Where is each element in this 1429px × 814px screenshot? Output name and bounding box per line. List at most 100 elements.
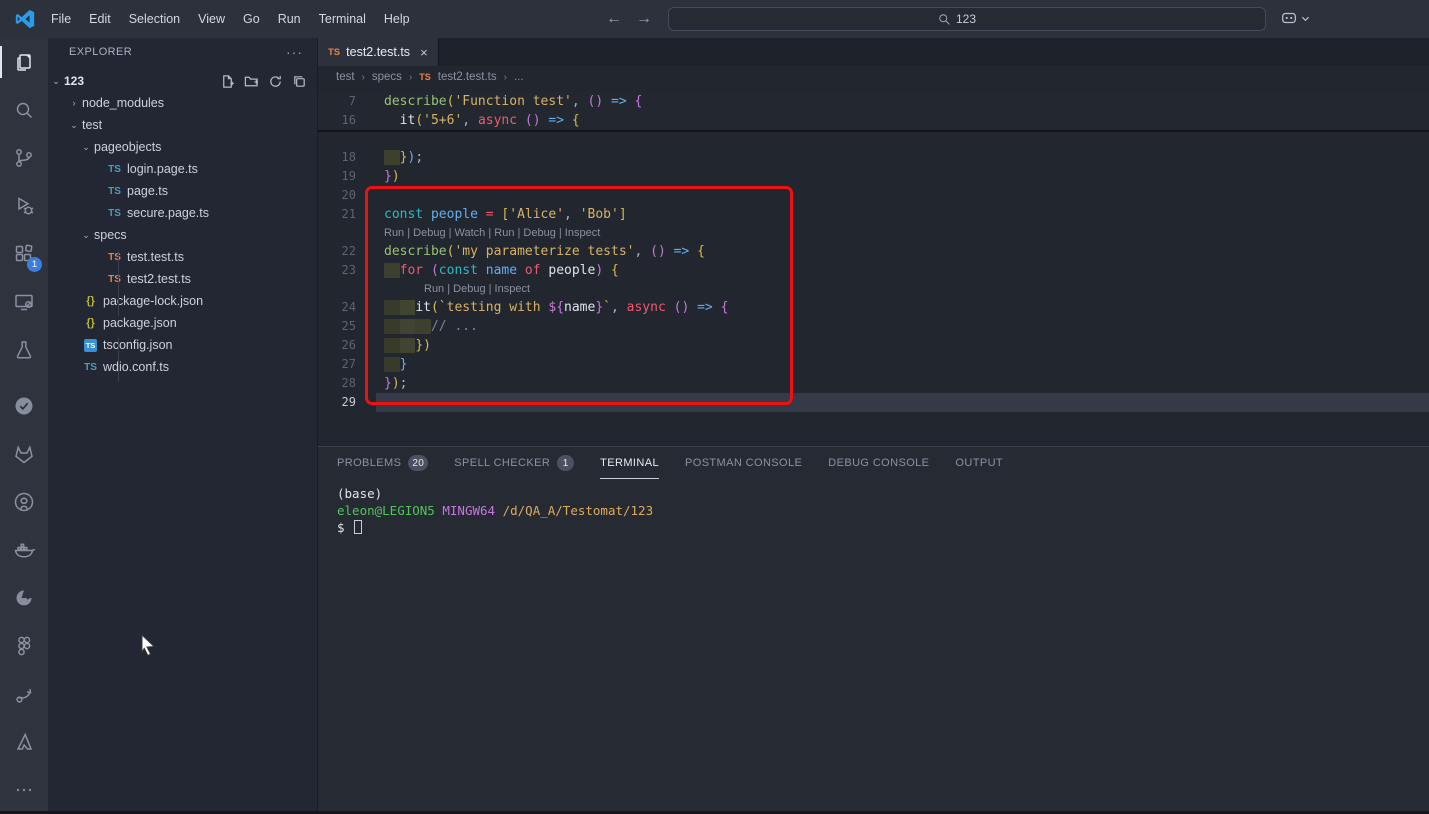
breadcrumb-separator: › bbox=[362, 72, 365, 83]
panel-tab-terminal[interactable]: TERMINAL bbox=[600, 447, 659, 479]
tree-item-page-ts[interactable]: TSpage.ts bbox=[48, 180, 317, 202]
ts-file-icon: TS bbox=[106, 208, 123, 219]
new-file-icon[interactable] bbox=[220, 74, 235, 89]
menu-selection[interactable]: Selection bbox=[120, 7, 189, 31]
activity-run-and-debug-icon[interactable] bbox=[0, 182, 48, 230]
panel-tab-debug-console[interactable]: DEBUG CONSOLE bbox=[828, 447, 929, 479]
activity-search-icon[interactable] bbox=[0, 86, 48, 134]
menu-terminal[interactable]: Terminal bbox=[310, 7, 375, 31]
tree-item-label: pageobjects bbox=[94, 140, 161, 154]
tree-item-label: page.ts bbox=[127, 184, 168, 198]
tree-item-package-lock-json[interactable]: {}package-lock.json bbox=[48, 290, 317, 312]
tree-item-label: test.test.ts bbox=[127, 250, 184, 264]
activity-testing-beaker-icon[interactable] bbox=[0, 326, 48, 374]
code-line-16: 16 it('5+6', async () => { bbox=[318, 111, 1429, 130]
panel-tab-spell-checker[interactable]: SPELL CHECKER1 bbox=[454, 447, 574, 479]
vscode-logo-icon bbox=[14, 8, 36, 30]
activity-gitlab-icon[interactable] bbox=[0, 430, 48, 478]
activity-docker-icon[interactable] bbox=[0, 526, 48, 574]
terminal-line: $ bbox=[337, 519, 653, 536]
command-center-search[interactable] bbox=[668, 7, 1266, 31]
activity-explorer-icon[interactable] bbox=[0, 38, 48, 86]
tree-item-package-json[interactable]: {}package.json bbox=[48, 312, 317, 334]
activity-github-icon[interactable] bbox=[0, 478, 48, 526]
bottom-panel: PROBLEMS20 SPELL CHECKER1 TERMINAL POSTMAN … bbox=[318, 446, 1429, 811]
ts-file-icon: TS bbox=[82, 362, 99, 373]
chevron-down-icon bbox=[1301, 14, 1310, 23]
collapse-all-icon[interactable] bbox=[292, 74, 307, 89]
tree-item-label: package.json bbox=[103, 316, 177, 330]
panel-tab-output[interactable]: OUTPUT bbox=[955, 447, 1003, 479]
tree-item-specs[interactable]: ⌄specs bbox=[48, 224, 317, 246]
activity-bar: 1 bbox=[0, 38, 48, 811]
activity-pie-logo-icon[interactable] bbox=[0, 574, 48, 622]
explorer-title: EXPLORER bbox=[69, 46, 132, 58]
menu-edit[interactable]: Edit bbox=[80, 7, 120, 31]
breadcrumb-item[interactable]: specs bbox=[372, 71, 402, 83]
activity-check-circle-icon[interactable] bbox=[0, 382, 48, 430]
tree-item-test[interactable]: ⌄test bbox=[48, 114, 317, 136]
tree-item-test2-test-ts[interactable]: TStest2.test.ts bbox=[48, 268, 317, 290]
tab-strip: TS test2.test.ts × bbox=[318, 38, 1429, 66]
new-folder-icon[interactable] bbox=[244, 74, 259, 89]
chevron-icon: ⌄ bbox=[78, 142, 94, 153]
activity-figma-icon[interactable] bbox=[0, 622, 48, 670]
line-number: 26 bbox=[318, 336, 370, 355]
tree-item-secure-page-ts[interactable]: TS secure.page.ts bbox=[48, 202, 317, 224]
nav-forward-icon[interactable]: → bbox=[636, 10, 652, 28]
breadcrumb-item[interactable]: test2.test.ts bbox=[438, 71, 497, 83]
menu-run[interactable]: Run bbox=[269, 7, 310, 31]
tree-item-label: secure.page.ts bbox=[127, 206, 209, 220]
tsconfig-file-icon: TS bbox=[82, 339, 99, 352]
tree-item-wdio-conf-ts[interactable]: TSwdio.conf.ts bbox=[48, 356, 317, 378]
tree-item-login-page-ts[interactable]: TSlogin.page.ts bbox=[48, 158, 317, 180]
annotation-box bbox=[365, 186, 793, 405]
tree-item-pageobjects[interactable]: ⌄pageobjects bbox=[48, 136, 317, 158]
tab-test2-test-ts[interactable]: TS test2.test.ts × bbox=[318, 38, 439, 66]
activity-source-control-icon[interactable] bbox=[0, 134, 48, 182]
panel-tab-label: POSTMAN CONSOLE bbox=[685, 457, 802, 469]
activity-live-share-icon[interactable] bbox=[0, 670, 48, 718]
menu-file[interactable]: File bbox=[42, 7, 80, 31]
tree-item-label: login.page.ts bbox=[127, 162, 198, 176]
panel-tab-label: PROBLEMS bbox=[337, 457, 401, 469]
ts-test-file-icon: TS bbox=[106, 252, 123, 263]
explorer-more-button[interactable]: ··· bbox=[286, 44, 303, 60]
project-name: 123 bbox=[64, 74, 84, 88]
close-icon[interactable]: × bbox=[420, 45, 428, 60]
terminal-output[interactable]: (base)eleon@LEGION5 MINGW64 /d/QA_A/Test… bbox=[337, 485, 653, 536]
activity-azure-icon[interactable] bbox=[0, 718, 48, 766]
menu-go[interactable]: Go bbox=[234, 7, 269, 31]
refresh-icon[interactable] bbox=[268, 74, 283, 89]
tree-item-node-modules[interactable]: ›node_modules bbox=[48, 92, 317, 114]
activity-remote-explorer-icon[interactable] bbox=[0, 278, 48, 326]
typescript-file-icon: TS bbox=[328, 47, 340, 58]
activity-extensions-icon[interactable]: 1 bbox=[0, 230, 48, 278]
project-root-row[interactable]: ⌄ 123 bbox=[48, 70, 317, 92]
line-number: 23 bbox=[318, 261, 370, 280]
breadcrumb-item[interactable]: test bbox=[336, 71, 355, 83]
panel-tab-problems[interactable]: PROBLEMS20 bbox=[337, 447, 428, 479]
breadcrumb-item[interactable]: ... bbox=[514, 71, 524, 83]
breadcrumb: test›specs›TStest2.test.ts›... bbox=[318, 66, 1429, 88]
tree-item-test-test-ts[interactable]: TS test.test.ts bbox=[48, 246, 317, 268]
tab-label: test2.test.ts bbox=[346, 45, 410, 59]
title-bar: FileEditSelectionViewGoRunTerminalHelp ←… bbox=[0, 0, 1429, 38]
tree-item-label: node_modules bbox=[82, 96, 164, 110]
mouse-cursor bbox=[138, 634, 160, 658]
activity-more-ellipsis-icon[interactable] bbox=[0, 766, 48, 814]
json-file-icon: {} bbox=[82, 295, 99, 307]
nav-back-icon[interactable]: ← bbox=[606, 10, 622, 28]
tree-item-tsconfig-json[interactable]: TStsconfig.json bbox=[48, 334, 317, 356]
menu-help[interactable]: Help bbox=[375, 7, 419, 31]
sticky-scroll: 7describe('Function test', () => {16 it(… bbox=[318, 92, 1429, 132]
copilot-menu[interactable] bbox=[1280, 9, 1310, 27]
tree-item-label: test2.test.ts bbox=[127, 272, 191, 286]
copilot-icon bbox=[1280, 9, 1298, 27]
tree-indent-guide bbox=[118, 250, 119, 316]
menu-view[interactable]: View bbox=[189, 7, 234, 31]
search-input[interactable] bbox=[956, 12, 996, 26]
chevron-icon: ⌄ bbox=[66, 120, 82, 131]
explorer-sidebar: EXPLORER ··· ⌄ 123 ›node_modules⌄test⌄pa… bbox=[48, 38, 318, 811]
panel-tab-postman-console[interactable]: POSTMAN CONSOLE bbox=[685, 447, 802, 479]
